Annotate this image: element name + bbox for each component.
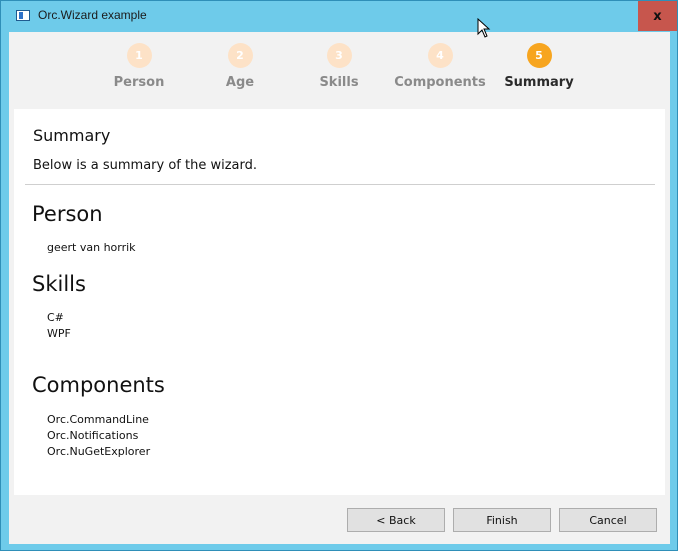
back-button[interactable]: < Back <box>347 508 445 532</box>
step-number-badge: 3 <box>326 43 352 68</box>
person-heading: Person <box>32 202 103 226</box>
components-heading: Components <box>32 373 165 397</box>
step-number-badge: 1 <box>126 43 152 68</box>
skill-item: WPF <box>47 327 71 340</box>
wizard-steps: 1 Person 2 Age 3 Skills 4 Components 5 S… <box>9 32 670 109</box>
skill-item: C# <box>47 311 64 324</box>
component-item: Orc.Notifications <box>47 429 139 442</box>
summary-panel: Summary Below is a summary of the wizard… <box>14 109 665 495</box>
person-value: geert van horrik <box>47 241 136 254</box>
wizard-body: 1 Person 2 Age 3 Skills 4 Components 5 S… <box>9 32 670 544</box>
step-number-badge: 5 <box>526 43 552 68</box>
finish-button[interactable]: Finish <box>453 508 551 532</box>
component-item: Orc.CommandLine <box>47 413 149 426</box>
step-number-badge: 4 <box>427 43 453 68</box>
step-label: Summary <box>504 75 574 90</box>
component-item: Orc.NuGetExplorer <box>47 445 151 458</box>
mouse-cursor-icon <box>477 18 491 38</box>
step-number-badge: 2 <box>227 43 253 68</box>
wizard-window: Orc.Wizard example x 1 Person 2 Age 3 Sk… <box>0 0 678 551</box>
page-title: Summary <box>33 126 111 145</box>
page-description: Below is a summary of the wizard. <box>33 158 258 173</box>
divider <box>25 184 655 185</box>
title-bar[interactable]: Orc.Wizard example x <box>1 1 677 31</box>
window-title: Orc.Wizard example <box>38 8 147 22</box>
step-summary[interactable]: 5 Summary <box>479 43 599 90</box>
cancel-button[interactable]: Cancel <box>559 508 657 532</box>
app-icon <box>16 10 30 21</box>
skills-heading: Skills <box>32 272 86 296</box>
close-icon: x <box>653 8 662 24</box>
close-button[interactable]: x <box>638 1 677 31</box>
